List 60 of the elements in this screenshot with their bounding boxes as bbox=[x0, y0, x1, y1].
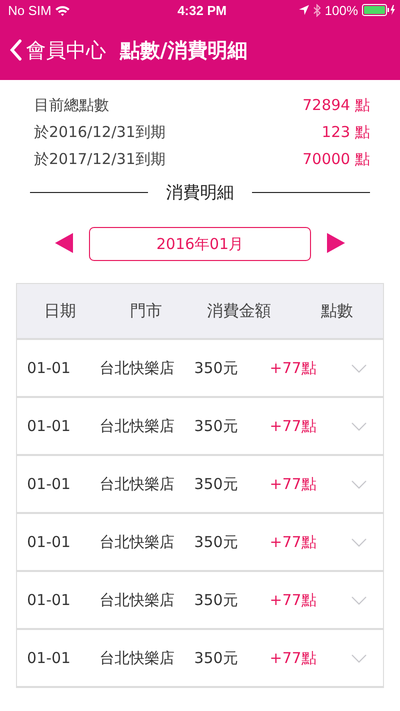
summary-label: 目前總點數 bbox=[34, 96, 109, 115]
points-cell-text: +77點 bbox=[268, 474, 318, 494]
amount-cell-text: 350元 bbox=[193, 416, 239, 436]
date-cell-text: 01-01 bbox=[26, 475, 72, 493]
chevron-icon[interactable] bbox=[351, 364, 367, 372]
column-header: 門市 bbox=[129, 300, 163, 322]
date-cell-text: 01-01 bbox=[26, 359, 72, 377]
date-cell-text: 01-01 bbox=[26, 649, 72, 667]
transaction-row[interactable]: 01-01 台北快樂店 350元 +77點 bbox=[17, 514, 383, 572]
points-cell-text: +77點 bbox=[268, 532, 318, 552]
chevron-icon[interactable] bbox=[351, 654, 367, 662]
chevron-left-icon bbox=[10, 39, 22, 61]
store-cell-text: 台北快樂店 bbox=[98, 532, 176, 552]
store-cell-text: 台北快樂店 bbox=[98, 590, 176, 610]
store-cell-text: 台北快樂店 bbox=[98, 648, 176, 668]
back-button[interactable]: 會員中心 bbox=[10, 36, 106, 64]
points-cell-text: +77點 bbox=[268, 416, 318, 436]
amount-cell-text: 350元 bbox=[193, 590, 239, 610]
column-header: 日期 bbox=[43, 300, 77, 322]
store-cell-text: 台北快樂店 bbox=[98, 358, 176, 378]
store-cell-text: 台北快樂店 bbox=[98, 416, 176, 436]
summary-label: 於2016/12/31到期 bbox=[34, 123, 166, 142]
summary-label: 於2017/12/31到期 bbox=[34, 150, 166, 169]
transaction-row[interactable]: 01-01 台北快樂店 350元 +77點 bbox=[17, 630, 383, 688]
column-header: 消費金額 bbox=[206, 300, 272, 322]
summary-value: 70000 點 bbox=[302, 150, 370, 169]
chevron-icon[interactable] bbox=[351, 596, 367, 604]
date-cell-text: 01-01 bbox=[26, 533, 72, 551]
wifi-icon bbox=[55, 4, 70, 16]
transaction-row[interactable]: 01-01 台北快樂店 350元 +77點 bbox=[17, 572, 383, 630]
summary-value: 72894 點 bbox=[302, 96, 370, 115]
transaction-row[interactable]: 01-01 台北快樂店 350元 +77點 bbox=[17, 456, 383, 514]
carrier: No SIM bbox=[8, 2, 52, 18]
page-title: 點數/消費明細 bbox=[120, 36, 248, 64]
bluetooth-icon bbox=[312, 4, 321, 16]
points-cell-text: +77點 bbox=[268, 648, 318, 668]
amount-cell-text: 350元 bbox=[193, 474, 239, 494]
battery-icon bbox=[362, 4, 396, 16]
store-cell-text: 台北快樂店 bbox=[98, 474, 176, 494]
transaction-row[interactable]: 01-01 台北快樂店 350元 +77點 bbox=[17, 340, 383, 398]
date-cell-text: 01-01 bbox=[26, 591, 72, 609]
next-month-button[interactable] bbox=[327, 232, 345, 256]
amount-cell-text: 350元 bbox=[193, 532, 239, 552]
column-header: 點數 bbox=[320, 300, 354, 322]
amount-cell-text: 350元 bbox=[193, 648, 239, 668]
points-cell-text: +77點 bbox=[268, 590, 318, 610]
date-cell-text: 01-01 bbox=[26, 417, 72, 435]
amount-cell-text: 350元 bbox=[193, 358, 239, 378]
clock: 4:32 PM bbox=[177, 2, 227, 18]
section-title: 消費明細 bbox=[166, 182, 234, 204]
summary-value: 123 點 bbox=[322, 123, 370, 142]
chevron-icon[interactable] bbox=[351, 480, 367, 488]
chevron-icon[interactable] bbox=[351, 422, 367, 430]
location-icon bbox=[298, 5, 309, 15]
previous-month-button[interactable] bbox=[55, 232, 73, 256]
transaction-row[interactable]: 01-01 台北快樂店 350元 +77點 bbox=[17, 398, 383, 456]
chevron-icon[interactable] bbox=[351, 538, 367, 546]
points-cell-text: +77點 bbox=[268, 358, 318, 378]
battery-percent: 100% bbox=[324, 2, 358, 18]
month-selector[interactable]: 2016年01月 bbox=[89, 227, 311, 261]
